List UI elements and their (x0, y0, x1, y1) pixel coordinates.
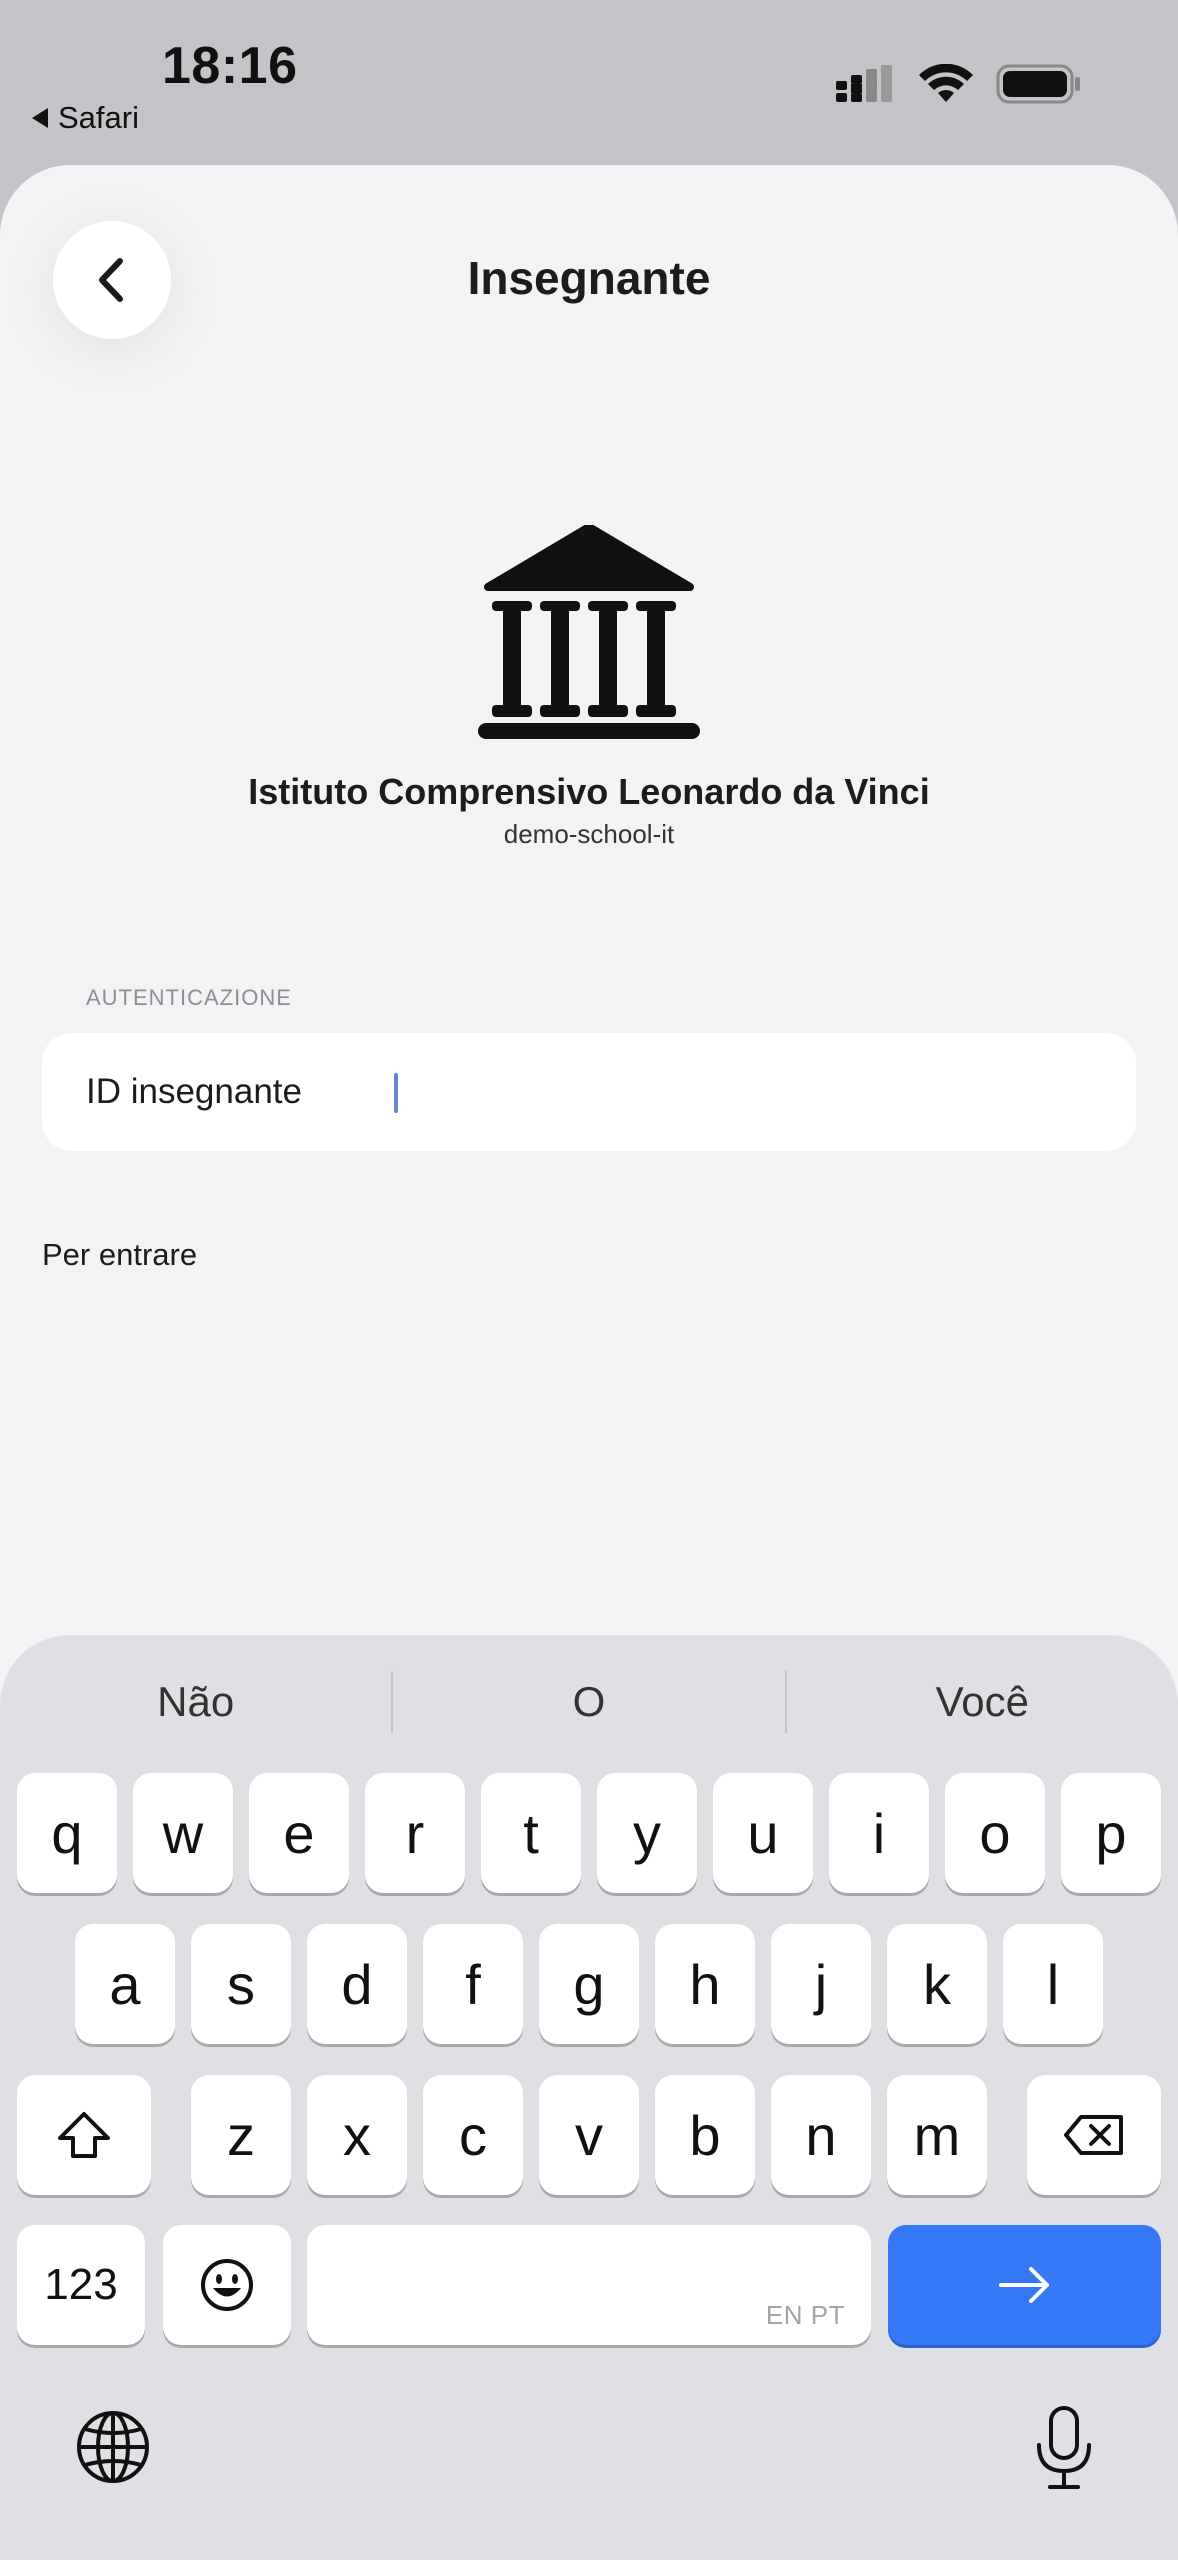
go-key[interactable] (888, 2225, 1161, 2345)
school-name: Istituto Comprensivo Leonardo da Vinci (248, 771, 930, 812)
key-f[interactable]: f (423, 1924, 523, 2044)
shift-key[interactable] (17, 2075, 151, 2195)
key-e[interactable]: e (249, 1773, 349, 1893)
page-title: Insegnante (467, 252, 711, 304)
globe-button[interactable] (74, 2408, 152, 2486)
key-p[interactable]: p (1061, 1773, 1161, 1893)
arrow-right-icon (998, 2267, 1049, 2303)
school-id: demo-school-it (503, 819, 675, 849)
key-h[interactable]: h (655, 1924, 755, 2044)
key-q[interactable]: q (17, 1773, 117, 1893)
suggestion-item[interactable]: Não (0, 1678, 391, 1726)
key-r[interactable]: r (365, 1773, 465, 1893)
battery-icon (996, 64, 1080, 104)
key-i[interactable]: i (829, 1773, 929, 1893)
key-k[interactable]: k (887, 1924, 987, 2044)
delete-key[interactable] (1027, 2075, 1161, 2195)
back-app-label: Safari (58, 100, 139, 135)
teacher-id-input[interactable] (341, 1062, 1136, 1122)
shift-icon (58, 2112, 110, 2158)
status-bar: 18:16 Safari (0, 0, 1178, 160)
cellular-signal-icon (836, 65, 892, 102)
bank-building-icon (478, 525, 700, 739)
space-key[interactable]: EN PT (307, 2225, 871, 2345)
status-icons (834, 64, 1082, 104)
back-to-app-link[interactable]: Safari (32, 100, 139, 136)
teacher-id-field[interactable]: ID insegnante (42, 1033, 1136, 1151)
microphone-button[interactable] (1024, 2403, 1104, 2493)
key-v[interactable]: v (539, 2075, 639, 2195)
suggestion-bar: Não O Você (0, 1635, 1178, 1769)
status-time: 18:16 (162, 37, 298, 95)
section-label: AUTENTICAZIONE (86, 985, 292, 1010)
key-m[interactable]: m (887, 2075, 987, 2195)
keyboard: Não O Você q w e r t y u i o p a s d f g… (0, 1635, 1178, 2560)
key-o[interactable]: o (945, 1773, 1045, 1893)
key-y[interactable]: y (597, 1773, 697, 1893)
back-triangle-icon (32, 108, 48, 128)
key-w[interactable]: w (133, 1773, 233, 1893)
suggestion-item[interactable]: O (393, 1678, 784, 1726)
emoji-smiley-icon (201, 2259, 253, 2311)
key-g[interactable]: g (539, 1924, 639, 2044)
key-u[interactable]: u (713, 1773, 813, 1893)
microphone-icon (1037, 2406, 1091, 2489)
key-d[interactable]: d (307, 1924, 407, 2044)
delete-backspace-icon (1064, 2115, 1123, 2155)
key-j[interactable]: j (771, 1924, 871, 2044)
key-t[interactable]: t (481, 1773, 581, 1893)
key-x[interactable]: x (307, 2075, 407, 2195)
key-b[interactable]: b (655, 2075, 755, 2195)
emoji-key[interactable] (163, 2225, 291, 2345)
suggestion-item[interactable]: Você (787, 1678, 1178, 1726)
globe-icon (77, 2411, 149, 2483)
text-cursor (394, 1073, 398, 1113)
key-n[interactable]: n (771, 2075, 871, 2195)
key-l[interactable]: l (1003, 1924, 1103, 2044)
hint-text: Per entrare (42, 1237, 198, 1272)
key-s[interactable]: s (191, 1924, 291, 2044)
key-a[interactable]: a (75, 1924, 175, 2044)
teacher-id-label: ID insegnante (86, 1072, 302, 1111)
key-z[interactable]: z (191, 2075, 291, 2195)
space-languages-label: EN PT (765, 2300, 845, 2330)
key-c[interactable]: c (423, 2075, 523, 2195)
numbers-key[interactable]: 123 (17, 2225, 145, 2345)
wifi-icon (919, 64, 973, 102)
